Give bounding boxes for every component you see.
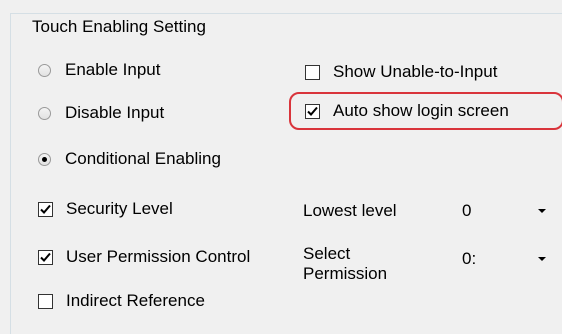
lowest-level-dropdown[interactable]: 0 — [462, 199, 552, 223]
auto-show-login-label: Auto show login screen — [333, 101, 509, 120]
checkbox-auto-show-login-screen[interactable]: Auto show login screen — [305, 100, 509, 122]
checkbox-unchecked-icon[interactable] — [38, 293, 53, 309]
radio-conditional-enabling[interactable]: Conditional Enabling — [38, 148, 221, 170]
enable-input-label: Enable Input — [65, 60, 161, 79]
group-title: Touch Enabling Setting — [28, 16, 210, 38]
security-level-label: Security Level — [66, 199, 173, 218]
checkbox-unchecked-icon[interactable] — [305, 64, 320, 80]
user-permission-label: User Permission Control — [66, 247, 251, 266]
lowest-level-label-row: Lowest level — [303, 200, 397, 222]
select-permission-label-line1: Select — [303, 244, 351, 263]
dropdown-arrow-icon[interactable] — [538, 209, 546, 213]
select-permission-value: 0: — [462, 249, 477, 268]
checkbox-security-level[interactable]: Security Level — [38, 198, 173, 220]
select-permission-label: Select Permission — [303, 244, 387, 284]
radio-button-icon[interactable] — [38, 106, 51, 120]
radio-disable-input[interactable]: Disable Input — [38, 102, 164, 124]
radio-enable-input[interactable]: Enable Input — [38, 59, 160, 81]
select-permission-dropdown[interactable]: 0: — [462, 247, 552, 271]
checkbox-checked-icon[interactable] — [38, 249, 53, 265]
radio-button-selected-icon[interactable] — [38, 152, 51, 166]
indirect-reference-label: Indirect Reference — [66, 291, 205, 310]
conditional-enabling-label: Conditional Enabling — [65, 149, 221, 168]
show-unable-label: Show Unable-to-Input — [333, 62, 498, 81]
disable-input-label: Disable Input — [65, 103, 165, 122]
select-permission-label-line2: Permission — [303, 264, 388, 283]
checkbox-user-permission-control[interactable]: User Permission Control — [38, 246, 250, 268]
checkbox-indirect-reference[interactable]: Indirect Reference — [38, 290, 205, 312]
checkbox-checked-icon[interactable] — [305, 103, 320, 119]
checkbox-show-unable-to-input[interactable]: Show Unable-to-Input — [305, 61, 497, 83]
dropdown-arrow-icon[interactable] — [538, 257, 546, 261]
checkbox-checked-icon[interactable] — [38, 201, 53, 217]
lowest-level-value: 0 — [462, 201, 472, 220]
radio-button-icon[interactable] — [38, 63, 51, 77]
lowest-level-label: Lowest level — [303, 201, 397, 220]
